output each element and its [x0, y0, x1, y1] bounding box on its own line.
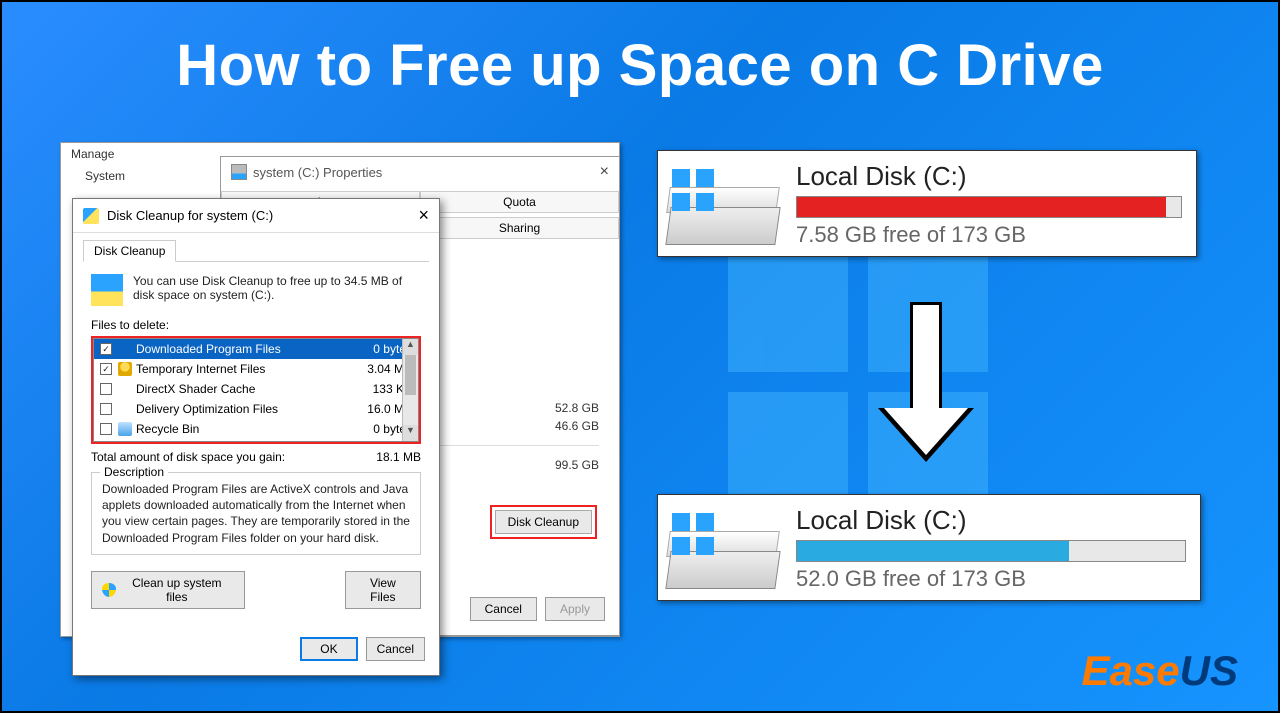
list-item[interactable]: ✓Downloaded Program Files0 bytes: [94, 339, 418, 359]
arrow-down-icon: [878, 302, 974, 472]
page-title: How to Free up Space on C Drive: [2, 32, 1278, 99]
properties-title: system (C:) Properties: [253, 165, 382, 180]
list-item[interactable]: DirectX Shader Cache133 KB: [94, 379, 418, 399]
props-cancel-button[interactable]: Cancel: [470, 597, 537, 621]
total-value: 18.1 MB: [376, 450, 421, 464]
list-item[interactable]: Delivery Optimization Files16.0 MB: [94, 399, 418, 419]
total-label: Total amount of disk space you gain:: [91, 450, 285, 464]
highlight-box: ✓Downloaded Program Files0 bytes✓Tempora…: [91, 336, 421, 444]
highlight-box: Disk Cleanup: [490, 505, 597, 539]
files-to-delete-label: Files to delete:: [73, 318, 439, 336]
file-icon: [118, 402, 132, 416]
drive-icon: [668, 165, 778, 245]
checkbox[interactable]: ✓: [100, 343, 112, 355]
files-list[interactable]: ✓Downloaded Program Files0 bytes✓Tempora…: [93, 338, 419, 442]
lock-icon: [118, 362, 132, 376]
file-icon: [118, 382, 132, 396]
props-apply-button[interactable]: Apply: [545, 597, 605, 621]
checkbox[interactable]: ✓: [100, 363, 112, 375]
shield-icon: [102, 583, 116, 597]
drive-icon: [668, 509, 778, 589]
item-name: Delivery Optimization Files: [136, 402, 356, 416]
checkbox[interactable]: [100, 383, 112, 395]
description-text: Downloaded Program Files are ActiveX con…: [102, 481, 410, 546]
item-name: DirectX Shader Cache: [136, 382, 356, 396]
scroll-thumb[interactable]: [405, 355, 416, 395]
bin-icon: [118, 422, 132, 436]
drive-card-after: Local Disk (C:) 52.0 GB free of 173 GB: [657, 494, 1201, 601]
usage-bar: [796, 196, 1182, 218]
tab-disk-cleanup[interactable]: Disk Cleanup: [83, 240, 176, 262]
description-label: Description: [100, 465, 168, 479]
item-name: Recycle Bin: [136, 422, 356, 436]
ok-button[interactable]: OK: [300, 637, 357, 661]
scrollbar[interactable]: ▲ ▼: [402, 339, 418, 441]
tab-sharing[interactable]: Sharing: [420, 217, 619, 238]
drive-name: Local Disk (C:): [796, 161, 1182, 196]
item-name: Temporary Internet Files: [136, 362, 356, 376]
drive-free-text: 7.58 GB free of 173 GB: [796, 218, 1182, 248]
drive-name: Local Disk (C:): [796, 505, 1186, 540]
drive-card-before: Local Disk (C:) 7.58 GB free of 173 GB: [657, 150, 1197, 257]
cancel-button[interactable]: Cancel: [366, 637, 425, 661]
scroll-up-icon[interactable]: ▲: [403, 339, 418, 355]
dialog-title: Disk Cleanup for system (C:): [107, 208, 273, 223]
close-icon[interactable]: ×: [418, 205, 429, 226]
tab-quota[interactable]: Quota: [420, 191, 619, 212]
scroll-down-icon[interactable]: ▼: [403, 425, 418, 441]
view-files-button[interactable]: View Files: [345, 571, 421, 609]
disk-cleanup-icon: [83, 208, 99, 224]
brand-logo: EaseUS: [1082, 647, 1238, 695]
close-icon[interactable]: ×: [600, 163, 609, 181]
drive-icon: [231, 164, 247, 180]
disk-cleanup-icon: [91, 274, 123, 306]
disk-cleanup-dialog: Disk Cleanup for system (C:) × Disk Clea…: [72, 198, 440, 676]
list-item[interactable]: Recycle Bin0 bytes: [94, 419, 418, 439]
usage-bar: [796, 540, 1186, 562]
clean-system-files-button[interactable]: Clean up system files: [91, 571, 245, 609]
list-item[interactable]: ✓Temporary Internet Files3.04 MB: [94, 359, 418, 379]
checkbox[interactable]: [100, 403, 112, 415]
drive-free-text: 52.0 GB free of 173 GB: [796, 562, 1186, 592]
checkbox[interactable]: [100, 423, 112, 435]
file-icon: [118, 342, 132, 356]
disk-cleanup-button[interactable]: Disk Cleanup: [495, 510, 592, 534]
cleanup-info: You can use Disk Cleanup to free up to 3…: [133, 274, 421, 306]
item-name: Downloaded Program Files: [136, 342, 356, 356]
